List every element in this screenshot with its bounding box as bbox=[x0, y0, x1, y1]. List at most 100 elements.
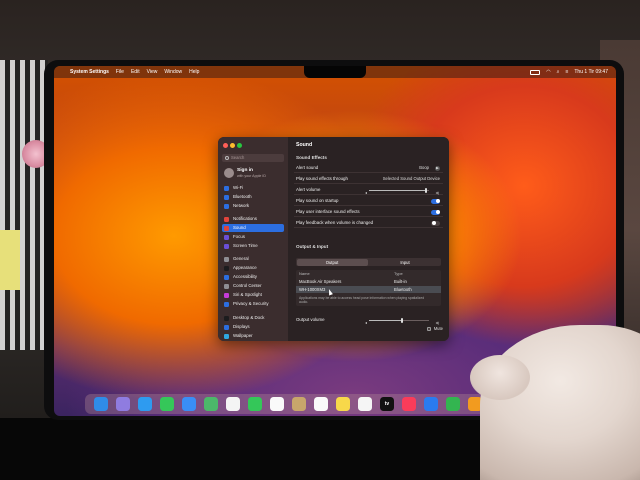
reminders-icon[interactable] bbox=[314, 397, 328, 411]
sidebar-item-wallpaper[interactable]: Wallpaper bbox=[222, 332, 284, 340]
sidebar-item-siri-spotlight[interactable]: Siri & Spotlight bbox=[222, 291, 284, 299]
sidebar-item-sound[interactable]: Sound bbox=[222, 224, 284, 232]
contacts-icon[interactable] bbox=[292, 397, 306, 411]
battery-icon[interactable] bbox=[530, 69, 541, 75]
calendar-icon[interactable] bbox=[270, 397, 284, 411]
search-input[interactable]: Search bbox=[222, 154, 284, 162]
volume-feedback-label: Play feedback when volume is changed bbox=[296, 220, 374, 225]
mail-icon[interactable] bbox=[182, 397, 196, 411]
alert-sound-row[interactable]: Alert sound Boop ▶ bbox=[294, 163, 443, 173]
sidebar-item-control-center[interactable]: Control Center bbox=[222, 282, 284, 290]
sidebar-item-appearance[interactable]: Appearance bbox=[222, 264, 284, 272]
sidebar-item-privacy-security[interactable]: Privacy & Security bbox=[222, 300, 284, 308]
sidebar-item-accessibility[interactable]: Accessibility bbox=[222, 273, 284, 281]
output-input-tabs: Output Input bbox=[296, 258, 441, 266]
device-type: Bluetooth bbox=[394, 287, 412, 292]
sidebar-item-label: Accessibility bbox=[233, 274, 257, 279]
device-name: WH-1000XM3 bbox=[299, 287, 326, 292]
apple-id-signin[interactable]: Sign in with your Apple ID bbox=[222, 167, 284, 180]
keynote-icon[interactable] bbox=[424, 397, 438, 411]
avatar bbox=[224, 168, 234, 178]
play-through-label: Play sound effects through bbox=[296, 176, 348, 181]
facetime-icon[interactable] bbox=[248, 397, 262, 411]
menu-app-name[interactable]: System Settings bbox=[70, 69, 109, 75]
sidebar-item-bluetooth[interactable]: Bluetooth bbox=[222, 193, 284, 201]
launchpad-icon[interactable] bbox=[116, 397, 130, 411]
apple-tv-icon[interactable]: tv bbox=[380, 397, 394, 411]
bell-icon bbox=[224, 216, 229, 222]
sidebar-item-screen-time[interactable]: Screen Time bbox=[222, 242, 284, 250]
spotlight-icon[interactable]: ⌕ bbox=[557, 69, 560, 75]
menu-view[interactable]: View bbox=[147, 69, 158, 75]
maps-icon[interactable] bbox=[204, 397, 218, 411]
finger bbox=[470, 355, 530, 400]
sidebar-item-label: General bbox=[233, 256, 249, 261]
music-icon[interactable] bbox=[402, 397, 416, 411]
table-row[interactable]: MacBook Air Speakers Built-in bbox=[296, 278, 441, 285]
sidebar-item-network[interactable]: Network bbox=[222, 202, 284, 210]
finder-icon[interactable] bbox=[94, 397, 108, 411]
notes-icon[interactable] bbox=[336, 397, 350, 411]
yellow-card bbox=[0, 230, 20, 290]
photo-scene: System Settings File Edit View Window He… bbox=[0, 0, 640, 480]
sidebar-item-label: Displays bbox=[233, 324, 250, 329]
wifi-status-icon[interactable]: ◠ bbox=[546, 69, 550, 75]
table-row-selected[interactable]: WH-1000XM3 Bluetooth bbox=[296, 286, 441, 296]
menu-edit[interactable]: Edit bbox=[131, 69, 140, 75]
sidebar-item-displays[interactable]: Displays bbox=[222, 323, 284, 331]
volume-feedback-toggle[interactable] bbox=[431, 220, 440, 226]
tab-input[interactable]: Input bbox=[370, 259, 441, 266]
sidebar-item-label: Bluetooth bbox=[233, 194, 252, 199]
minimize-button[interactable] bbox=[230, 143, 235, 148]
sidebar-item-desktop-dock[interactable]: Desktop & Dock bbox=[222, 314, 284, 322]
mute-checkbox[interactable] bbox=[427, 327, 431, 331]
output-volume-slider[interactable] bbox=[369, 317, 429, 323]
play-through-value[interactable]: Selected Sound Output Device bbox=[383, 174, 440, 184]
sidebar-item-label: Sound bbox=[233, 225, 246, 230]
messages-icon[interactable] bbox=[160, 397, 174, 411]
numbers-icon[interactable] bbox=[446, 397, 460, 411]
control-center-status-icon[interactable]: ≡ bbox=[565, 69, 568, 75]
zoom-button[interactable] bbox=[237, 143, 242, 148]
sound-effects-header: Sound Effects bbox=[296, 155, 327, 160]
ui-sounds-toggle[interactable] bbox=[431, 209, 440, 215]
sidebar-item-focus[interactable]: Focus bbox=[222, 233, 284, 241]
sidebar-item-label: Privacy & Security bbox=[233, 301, 269, 306]
signin-subtitle: with your Apple ID bbox=[237, 174, 266, 178]
play-through-row[interactable]: Play sound effects through Selected Soun… bbox=[294, 174, 443, 184]
menu-window[interactable]: Window bbox=[164, 69, 182, 75]
alert-volume-label: Alert volume bbox=[296, 187, 321, 192]
alert-volume-slider[interactable] bbox=[369, 187, 429, 193]
sidebar-item-general[interactable]: General bbox=[222, 255, 284, 263]
photos-icon[interactable] bbox=[226, 397, 240, 411]
sidebar-item-wi-fi[interactable]: Wi-Fi bbox=[222, 184, 284, 192]
clock[interactable]: Thu 1 Tir 09:47 bbox=[574, 69, 608, 75]
sidebar-item-label: Screen Time bbox=[233, 243, 258, 248]
appearance-icon bbox=[224, 265, 229, 271]
alert-sound-value[interactable]: Boop bbox=[419, 163, 429, 173]
search-placeholder: Search bbox=[231, 155, 245, 160]
speaker-icon bbox=[224, 225, 229, 231]
menu-help[interactable]: Help bbox=[189, 69, 199, 75]
hourglass-icon bbox=[224, 243, 229, 249]
play-alert-icon[interactable]: ▶ bbox=[435, 165, 440, 171]
mute-label: Mute bbox=[433, 326, 443, 331]
safari-icon[interactable] bbox=[138, 397, 152, 411]
startup-sound-label: Play sound on startup bbox=[296, 198, 339, 203]
sidebar-item-notifications[interactable]: Notifications bbox=[222, 215, 284, 223]
camera-notch bbox=[304, 66, 366, 78]
output-input-header: Output & Input bbox=[296, 244, 329, 249]
output-volume-knob[interactable] bbox=[401, 317, 403, 323]
freeform-icon[interactable] bbox=[358, 397, 372, 411]
sidebar-item-label: Focus bbox=[233, 234, 245, 239]
alert-volume-row: Alert volume ◂ ◂) bbox=[294, 185, 443, 195]
sidebar: Search Sign in with your Apple ID Wi-Fi B… bbox=[218, 137, 288, 341]
column-type: Type bbox=[394, 271, 403, 276]
ui-sounds-label: Play user interface sound effects bbox=[296, 209, 360, 214]
startup-sound-toggle[interactable] bbox=[431, 198, 440, 204]
device-type: Built-in bbox=[394, 279, 407, 284]
tab-output[interactable]: Output bbox=[296, 258, 368, 266]
alert-volume-knob[interactable] bbox=[425, 187, 427, 193]
close-button[interactable] bbox=[223, 143, 228, 148]
menu-file[interactable]: File bbox=[116, 69, 124, 75]
